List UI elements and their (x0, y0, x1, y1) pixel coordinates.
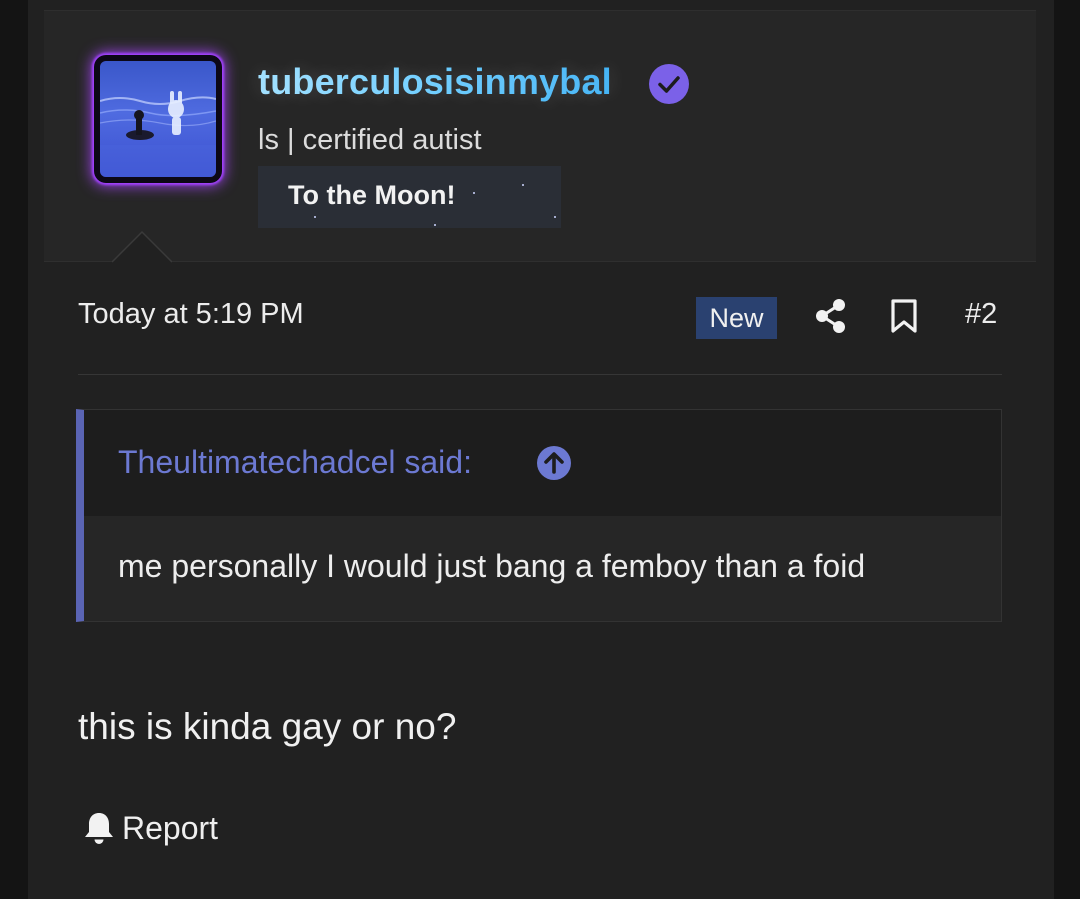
quote-text: me personally I would just bang a femboy… (118, 548, 866, 584)
quote-block: Theultimatechadcel said: me personally I… (76, 409, 1002, 622)
verified-check-icon (649, 64, 689, 104)
post-body-text: this is kinda gay or no? (78, 706, 457, 747)
banner-star (554, 216, 556, 218)
user-info-block: tuberculosisinmybal ls | certified autis… (44, 10, 1036, 262)
arrow-up-circle-icon[interactable] (536, 445, 572, 481)
user-avatar[interactable] (94, 55, 222, 183)
share-icon[interactable] (814, 298, 848, 334)
banner-star (522, 184, 524, 186)
username-link[interactable]: tuberculosisinmybal (258, 61, 612, 103)
forum-post: tuberculosisinmybal ls | certified autis… (28, 0, 1054, 899)
divider (78, 374, 1002, 375)
new-badge: New (696, 297, 777, 339)
bell-icon (85, 813, 113, 844)
banner-star (314, 216, 316, 218)
user-banner: To the Moon! (258, 166, 561, 228)
banner-text: To the Moon! (288, 180, 456, 210)
report-button[interactable]: Report (82, 806, 218, 850)
quote-header: Theultimatechadcel said: (84, 410, 1001, 516)
report-label: Report (122, 809, 219, 846)
banner-star (434, 224, 436, 226)
post-timestamp[interactable]: Today at 5:19 PM (78, 298, 304, 331)
banner-star (473, 192, 475, 194)
post-number-link[interactable]: #2 (965, 298, 997, 331)
avatar-image (100, 61, 216, 177)
message-arrow (112, 232, 172, 262)
bookmark-icon[interactable] (889, 298, 919, 334)
quote-author-link[interactable]: Theultimatechadcel said: (118, 444, 472, 481)
user-title: ls | certified autist (258, 124, 482, 156)
